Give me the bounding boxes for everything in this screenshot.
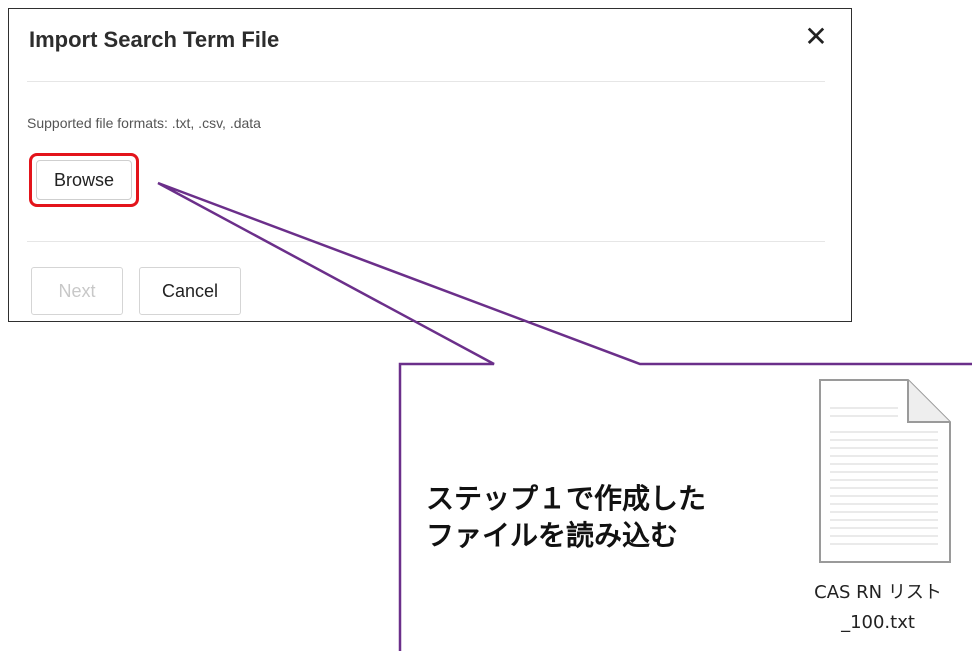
callout-line-1: ステップ１で作成した	[426, 482, 707, 515]
file-name-line-2: _100.txt	[841, 612, 915, 633]
callout-text: ステップ１で作成した ファイルを読み込む	[426, 480, 706, 554]
file-name-line-1: CAS RN リスト	[814, 582, 942, 603]
text-file-icon	[819, 379, 951, 563]
callout-line-2: ファイルを読み込む	[426, 519, 679, 552]
file-name-label[interactable]: CAS RN リスト _100.txt	[792, 578, 964, 638]
